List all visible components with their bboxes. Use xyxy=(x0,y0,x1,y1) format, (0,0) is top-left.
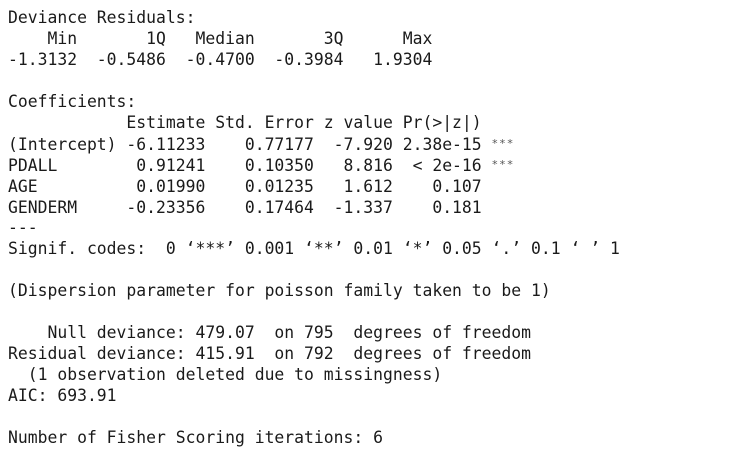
coefficients-header: Estimate Std. Error z value Pr(>|z|) xyxy=(8,113,482,132)
coefficient-row-text: AGE 0.01990 0.01235 1.612 0.107 xyxy=(8,177,482,196)
dispersion-note: (Dispersion parameter for poisson family… xyxy=(8,281,551,300)
fisher-scoring-iterations: Number of Fisher Scoring iterations: 6 xyxy=(8,428,383,447)
coefficient-row-intercept: (Intercept) -6.11233 0.77177 -7.920 2.38… xyxy=(8,133,620,154)
coefficient-row-pdall: PDALL 0.91241 0.10350 8.816 < 2e-16 *** xyxy=(8,154,620,175)
coefficient-row-text: (Intercept) -6.11233 0.77177 -7.920 2.38… xyxy=(8,135,492,154)
r-console-output: Deviance Residuals: Min 1Q Median 3Q Max… xyxy=(8,7,620,448)
coefficients-title: Coefficients: xyxy=(8,92,137,111)
aic-value: AIC: 693.91 xyxy=(8,386,117,405)
significance-stars: *** xyxy=(491,158,515,171)
residual-deviance: Residual deviance: 415.91 on 792 degrees… xyxy=(8,344,532,363)
significance-stars: *** xyxy=(491,137,515,150)
coefficient-row-age: AGE 0.01990 0.01235 1.612 0.107 xyxy=(8,175,620,196)
missingness-note: (1 observation deleted due to missingnes… xyxy=(8,365,443,384)
signif-codes-legend: Signif. codes: 0 ‘***’ 0.001 ‘**’ 0.01 ‘… xyxy=(8,239,620,258)
coefficient-row-genderm: GENDERM -0.23356 0.17464 -1.337 0.181 xyxy=(8,196,620,217)
null-deviance: Null deviance: 479.07 on 795 degrees of … xyxy=(8,323,532,342)
coefficient-row-text: PDALL 0.91241 0.10350 8.816 < 2e-16 xyxy=(8,156,492,175)
coefficient-row-text: GENDERM -0.23356 0.17464 -1.337 0.181 xyxy=(8,198,482,217)
deviance-residuals-title: Deviance Residuals: xyxy=(8,8,196,27)
deviance-residuals-values: -1.3132 -0.5486 -0.4700 -0.3984 1.9304 xyxy=(8,50,433,69)
deviance-residuals-header: Min 1Q Median 3Q Max xyxy=(8,29,433,48)
coefficients-separator: --- xyxy=(8,218,38,237)
